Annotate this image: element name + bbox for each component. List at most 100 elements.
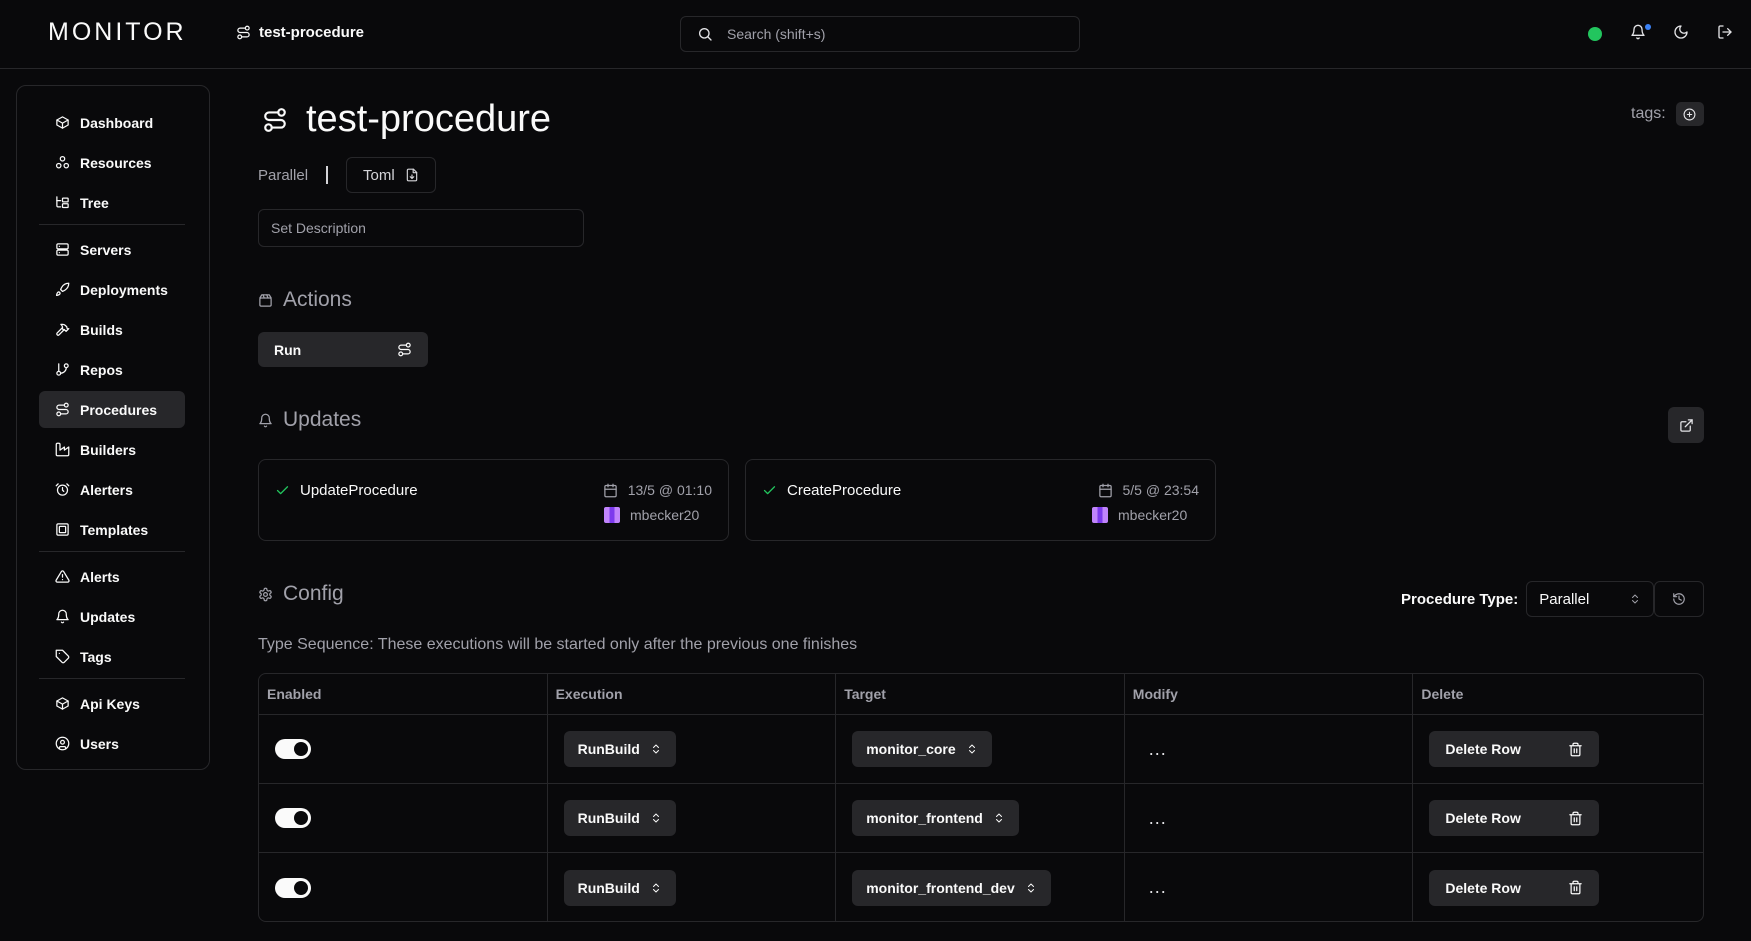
sidebar-item-repos[interactable]: Repos (39, 351, 185, 388)
calendar-icon (1098, 483, 1112, 497)
sidebar-item-label: Deployments (80, 281, 168, 298)
sidebar-divider (39, 678, 185, 679)
target-select[interactable]: monitor_frontend_dev (852, 869, 1051, 906)
toml-button[interactable]: Toml (346, 157, 436, 193)
open-updates-button[interactable] (1668, 407, 1704, 443)
tags-label: tags: (1631, 105, 1666, 122)
target-select[interactable]: monitor_core (852, 731, 992, 767)
sidebar-item-deployments[interactable]: Deployments (39, 271, 185, 308)
search-input[interactable]: Search (shift+s) (680, 16, 1080, 52)
alert-triangle-icon (55, 570, 70, 583)
table-header: Enabled Execution Target Modify Delete (259, 674, 1703, 715)
hammer-icon (56, 323, 70, 336)
more-options-button[interactable]: ... (1149, 739, 1167, 760)
calendar-icon (603, 483, 617, 497)
reset-config-button[interactable] (1654, 581, 1704, 617)
sidebar-item-label: Dashboard (80, 114, 154, 131)
modify-cell: ... (1125, 715, 1414, 783)
sidebar-item-label: Servers (80, 241, 132, 258)
more-options-button[interactable]: ... (1149, 877, 1167, 898)
execution-select[interactable]: RunBuild (563, 800, 676, 836)
sidebar-item-alerters[interactable]: Alerters (39, 471, 185, 508)
column-header-modify: Modify (1125, 674, 1414, 714)
enabled-cell (259, 853, 548, 921)
procedure-type-value: Parallel (1539, 590, 1590, 608)
enabled-toggle[interactable] (275, 877, 311, 898)
execution-select[interactable]: RunBuild (563, 869, 676, 906)
updates-heading: Updates (258, 408, 361, 432)
update-card[interactable]: UpdateProcedure 13/5 @ 01:10 mbecker20 (258, 459, 729, 541)
update-user: mbecker20 (604, 507, 699, 523)
app-logo[interactable]: MONITOR (48, 18, 187, 47)
notifications-button[interactable] (1630, 24, 1646, 40)
template-icon (56, 523, 69, 536)
update-date: 5/5 @ 23:54 (1098, 482, 1199, 498)
update-name-label: CreateProcedure (787, 482, 902, 499)
bell-icon (56, 609, 69, 624)
history-icon (1673, 593, 1685, 605)
sidebar-item-resources[interactable]: Resources (39, 144, 185, 181)
route-icon (237, 25, 250, 40)
execution-select[interactable]: RunBuild (563, 731, 676, 767)
sidebar-item-builders[interactable]: Builders (39, 431, 185, 468)
execution-value: RunBuild (577, 879, 640, 896)
target-cell: monitor_frontend (836, 784, 1125, 852)
enabled-toggle[interactable] (275, 739, 311, 759)
update-name: CreateProcedure (762, 482, 901, 499)
sidebar-item-label: Alerts (80, 568, 120, 585)
sidebar-item-builds[interactable]: Builds (39, 311, 185, 348)
delete-row-button[interactable]: Delete Row (1429, 869, 1600, 906)
column-header-enabled: Enabled (259, 674, 548, 714)
server-icon (56, 243, 69, 256)
column-header-target: Target (836, 674, 1125, 714)
breadcrumb[interactable]: test-procedure (236, 24, 364, 41)
update-name-label: UpdateProcedure (300, 482, 418, 499)
add-tag-button[interactable] (1675, 102, 1704, 126)
avatar (1092, 507, 1108, 523)
sidebar-item-dashboard[interactable]: Dashboard (39, 104, 185, 141)
git-branch-icon (56, 363, 69, 376)
description-input[interactable]: Set Description (258, 209, 584, 247)
sidebar-item-procedures[interactable]: Procedures (39, 391, 185, 428)
run-button[interactable]: Run (258, 332, 428, 367)
sidebar-item-alerts[interactable]: Alerts (39, 558, 185, 595)
sidebar-item-tags[interactable]: Tags (39, 638, 185, 675)
alarm-icon (55, 483, 70, 496)
chevrons-up-down-icon (1027, 883, 1034, 892)
procedure-type-badge: Parallel (258, 166, 309, 184)
factory-icon (55, 442, 70, 457)
logout-button[interactable] (1717, 24, 1733, 40)
procedure-type-select[interactable]: Parallel (1526, 581, 1655, 617)
trash-icon (1569, 880, 1583, 895)
delete-cell: Delete Row (1413, 784, 1703, 852)
enabled-cell (259, 784, 548, 852)
delete-row-button[interactable]: Delete Row (1429, 800, 1600, 836)
bell-icon (1631, 24, 1645, 40)
config-heading: Config (258, 582, 344, 606)
execution-cell: RunBuild (548, 853, 837, 921)
execution-cell: RunBuild (548, 784, 837, 852)
more-options-button[interactable]: ... (1149, 808, 1167, 829)
top-bar: MONITOR test-procedure Search (shift+s) (0, 0, 1751, 69)
sidebar-item-api-keys[interactable]: Api Keys (39, 685, 185, 722)
target-value: monitor_frontend (866, 810, 983, 826)
logout-icon (1718, 25, 1732, 39)
procedure-type-description: Type Sequence: These executions will be … (258, 636, 858, 653)
modify-cell: ... (1125, 853, 1414, 921)
clapperboard-icon (259, 293, 272, 307)
page-title[interactable]: test-procedure (306, 98, 551, 141)
target-select[interactable]: monitor_frontend (852, 800, 1019, 836)
theme-toggle-button[interactable] (1673, 24, 1689, 40)
meta-row: Parallel Toml (258, 157, 436, 193)
sidebar-item-users[interactable]: Users (39, 725, 185, 762)
sidebar-item-templates[interactable]: Templates (39, 511, 185, 548)
enabled-toggle[interactable] (275, 808, 311, 828)
delete-row-button[interactable]: Delete Row (1429, 731, 1600, 767)
chevrons-up-down-icon (652, 883, 659, 892)
update-card[interactable]: CreateProcedure 5/5 @ 23:54 mbecker20 (745, 459, 1216, 541)
sidebar-item-servers[interactable]: Servers (39, 231, 185, 268)
sidebar-item-updates[interactable]: Updates (39, 598, 185, 635)
procedure-type-control: Procedure Type: Parallel (1401, 581, 1655, 617)
sidebar-item-tree[interactable]: Tree (39, 184, 185, 221)
actions-heading: Actions (258, 288, 352, 312)
